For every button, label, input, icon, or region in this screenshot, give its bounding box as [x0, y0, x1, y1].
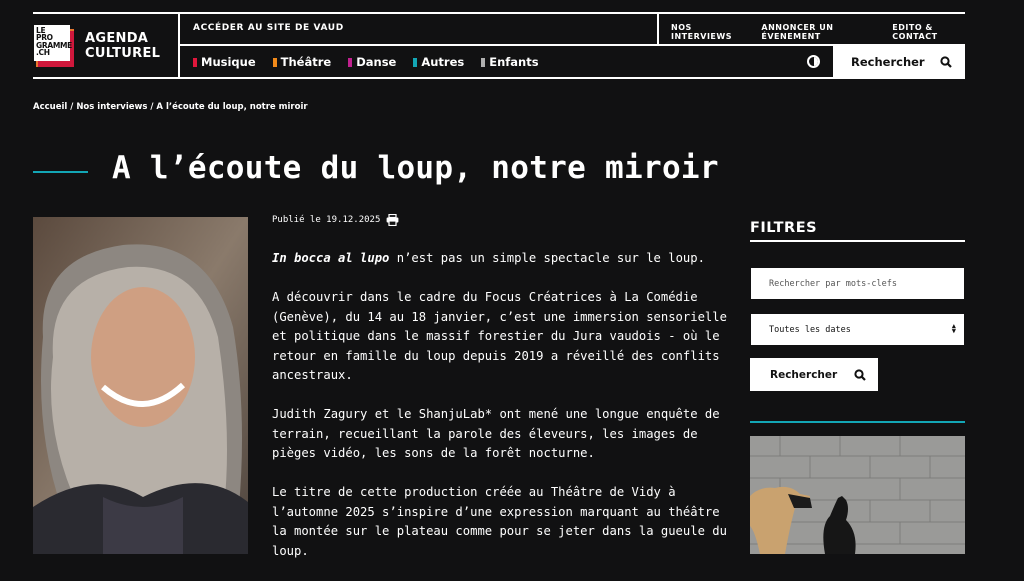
article-paragraph: Le titre de cette production créée au Th… [272, 485, 727, 558]
category-theatre[interactable]: Théâtre [272, 55, 332, 69]
category-autres[interactable]: Autres [413, 55, 464, 69]
search-icon [940, 56, 952, 68]
article-body: In bocca al lupo n’est pas un simple spe… [272, 249, 730, 581]
promo-image-dogs[interactable] [750, 436, 965, 554]
site-name-line1: AGENDA [85, 31, 149, 46]
breadcrumb[interactable]: Accueil / Nos interviews / A l’écoute du… [33, 102, 308, 112]
category-color-mark [348, 57, 353, 67]
title-accent-line [33, 171, 88, 173]
site-name-line2: CULTUREL [85, 46, 161, 61]
keyword-search-input[interactable] [751, 268, 964, 299]
filter-search-label: Rechercher [770, 368, 838, 381]
publish-date: Publié le 19.12.2025 [272, 215, 381, 225]
category-color-mark [193, 57, 197, 67]
vaud-site-link[interactable]: ACCÉDER AU SITE DE VAUD [193, 23, 344, 33]
category-label: Enfants [489, 55, 539, 69]
site-name: AGENDA CULTUREL [85, 31, 160, 61]
category-color-mark [272, 57, 277, 67]
site-logo: LE PRO GRAMME .CH [34, 25, 74, 67]
category-label: Autres [421, 55, 465, 69]
site-header: LE PRO GRAMME .CH AGENDA CULTUREL ACCÉDE… [33, 12, 965, 79]
portrait-photo [33, 217, 248, 554]
article-paragraph: In bocca al lupo n’est pas un simple spe… [272, 249, 730, 269]
search-icon [854, 368, 866, 381]
portrait-illustration [33, 217, 248, 554]
contrast-icon-half [813, 57, 818, 66]
header-search-button[interactable]: Rechercher [833, 45, 965, 79]
sidebar-accent-line [750, 421, 965, 423]
category-musique[interactable]: Musique [193, 55, 256, 69]
category-color-mark [481, 57, 486, 67]
article-paragraph: Judith Zagury et le ShanjuLab* ont mené … [272, 407, 720, 460]
category-label: Danse [356, 55, 397, 69]
date-select[interactable]: Toutes les dates ▲ ▼ [751, 314, 964, 345]
select-arrows-icon: ▲ ▼ [951, 322, 956, 335]
print-icon[interactable] [386, 214, 399, 226]
logo-link[interactable]: LE PRO GRAMME .CH AGENDA CULTUREL [33, 14, 180, 77]
logo-white-square: LE PRO GRAMME .CH [34, 25, 72, 61]
date-select-value: Toutes les dates [769, 324, 851, 335]
top-links-separator [657, 14, 659, 45]
category-danse[interactable]: Danse [348, 55, 396, 69]
header-search-label: Rechercher [851, 55, 925, 69]
category-color-mark [413, 57, 418, 67]
category-enfants[interactable]: Enfants [481, 55, 539, 69]
filters-title: FILTRES [750, 220, 818, 236]
category-label: Théâtre [280, 55, 332, 69]
top-links: NOS INTERVIEWS ANNONCER UN ÉVENEMENT EDI… [671, 23, 965, 41]
article-paragraph: A découvrir dans le cadre du Focus Créat… [272, 290, 727, 382]
logo-text-ch: .CH [36, 48, 50, 58]
category-label: Musique [201, 55, 256, 69]
article-text: n’est pas un simple spectacle sur le lou… [389, 251, 705, 265]
filter-search-button[interactable]: Rechercher [750, 358, 878, 391]
filters-underline [750, 240, 965, 242]
category-nav: Musique Théâtre Danse Autres Enfants [193, 55, 539, 69]
page-title: A l’écoute du loup, notre miroir [112, 150, 719, 186]
contrast-toggle-icon[interactable] [807, 55, 820, 68]
nav-contact-link[interactable]: EDITO & CONTACT [892, 23, 965, 41]
article-emphasis: In bocca al lupo [272, 251, 390, 265]
publish-info: Publié le 19.12.2025 [272, 214, 399, 226]
nav-interviews-link[interactable]: NOS INTERVIEWS [671, 23, 740, 41]
dogs-illustration [750, 436, 965, 554]
nav-announce-link[interactable]: ANNONCER UN ÉVENEMENT [761, 23, 871, 41]
